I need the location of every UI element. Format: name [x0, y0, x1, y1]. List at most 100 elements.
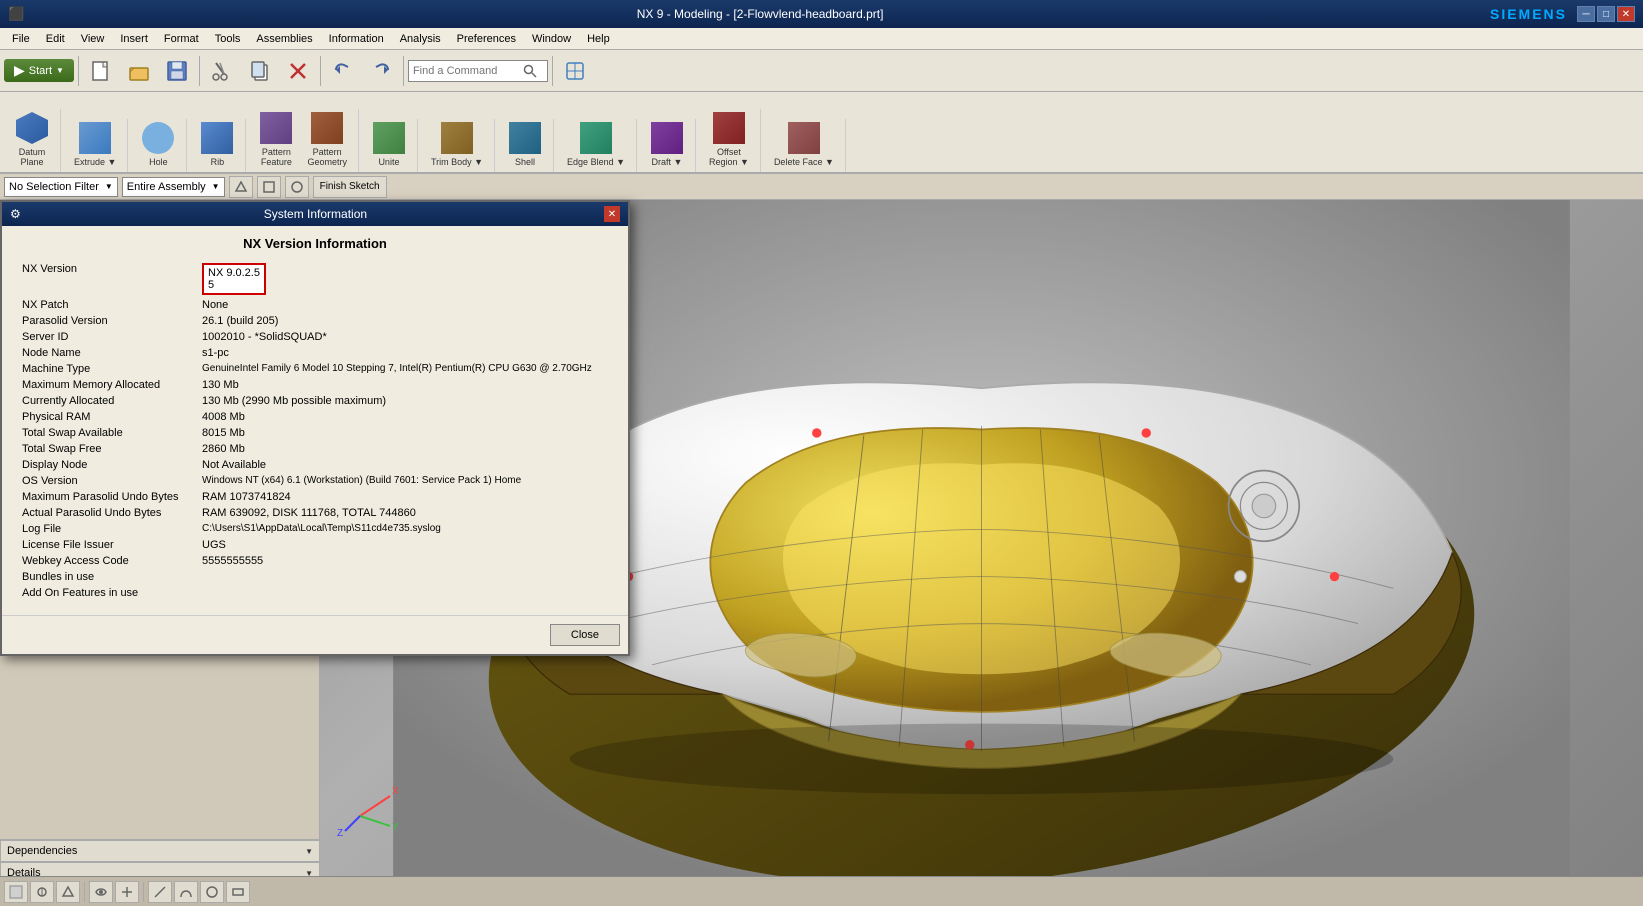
title-text: NX 9 - Modeling - [2-Flowvlend-headboard…	[30, 7, 1490, 21]
ribbon-group-extrude: Extrude ▼	[63, 119, 128, 172]
sketch-circle-btn[interactable]	[200, 881, 224, 903]
field-value-webkey: 5555555555	[198, 553, 612, 569]
dialog-close-btn[interactable]: Close	[550, 624, 620, 646]
status-btn-3[interactable]	[56, 881, 80, 903]
unite-icon	[373, 122, 405, 154]
finish-sketch-label: Finish Sketch	[320, 181, 380, 192]
new-button[interactable]	[83, 57, 119, 85]
sketch-rect-btn[interactable]	[226, 881, 250, 903]
menu-tools[interactable]: Tools	[207, 31, 249, 47]
datum-plane-button[interactable]: DatumPlane	[10, 109, 54, 170]
axis-indicator: X Y Z	[330, 766, 400, 836]
start-label: Start	[29, 65, 52, 77]
status-icon-4	[94, 885, 108, 899]
ribbon-bar: DatumPlane Extrude ▼ Hole Rib	[0, 92, 1643, 174]
save-button[interactable]	[159, 57, 195, 85]
dialog-title-text: System Information	[264, 207, 367, 221]
rib-label: Rib	[211, 157, 225, 167]
status-btn-5[interactable]	[115, 881, 139, 903]
delete-face-icon	[788, 122, 820, 154]
sel-toolbar-btn-1[interactable]	[229, 176, 253, 198]
menu-assemblies[interactable]: Assemblies	[248, 31, 320, 47]
menu-insert[interactable]: Insert	[112, 31, 156, 47]
open-button[interactable]	[121, 57, 157, 85]
sel-toolbar-btn-2[interactable]	[257, 176, 281, 198]
sketch-arc-btn[interactable]	[174, 881, 198, 903]
menu-preferences[interactable]: Preferences	[449, 31, 524, 47]
unite-button[interactable]: Unite	[367, 119, 411, 170]
pattern-feature-button[interactable]: PatternFeature	[254, 109, 298, 170]
redo-button[interactable]	[363, 57, 399, 85]
delete-button[interactable]	[280, 57, 316, 85]
delete-icon	[287, 60, 309, 82]
hole-button[interactable]: Hole	[136, 119, 180, 170]
menu-help[interactable]: Help	[579, 31, 618, 47]
table-row: NX Version NX 9.0.2.5 5	[18, 261, 612, 297]
status-btn-2[interactable]	[30, 881, 54, 903]
draft-button[interactable]: Draft ▼	[645, 119, 689, 170]
minimize-button[interactable]: ─	[1577, 6, 1595, 22]
extrude-button[interactable]: Extrude ▼	[69, 119, 121, 170]
assembly-combo[interactable]: Entire Assembly ▼	[122, 177, 225, 197]
status-btn-4[interactable]	[89, 881, 113, 903]
dependencies-item[interactable]: Dependencies ▼	[0, 840, 320, 862]
command-search[interactable]	[408, 60, 548, 82]
ribbon-group-draft: Draft ▼	[639, 119, 696, 172]
field-label-machine-type: Machine Type	[18, 361, 198, 377]
sel-toolbar-btn-3[interactable]	[285, 176, 309, 198]
offset-region-icon	[713, 112, 745, 144]
hole-icon	[142, 122, 174, 154]
datum-plane-icon	[16, 112, 48, 144]
close-button[interactable]: ✕	[1617, 6, 1635, 22]
dialog-close-button[interactable]: ✕	[604, 206, 620, 222]
start-icon: ▶	[14, 62, 25, 79]
redo-icon	[370, 60, 392, 82]
menu-window[interactable]: Window	[524, 31, 579, 47]
snap-button[interactable]	[557, 57, 593, 85]
field-label-license-issuer: License File Issuer	[18, 537, 198, 553]
sel-toolbar-btn-sketch[interactable]: Finish Sketch	[313, 176, 387, 198]
edge-blend-button[interactable]: Edge Blend ▼	[562, 119, 630, 170]
offset-region-button[interactable]: OffsetRegion ▼	[704, 109, 754, 170]
search-input[interactable]	[413, 65, 523, 77]
menu-view[interactable]: View	[73, 31, 113, 47]
trim-body-button[interactable]: Trim Body ▼	[426, 119, 488, 170]
undo-button[interactable]	[325, 57, 361, 85]
hole-label: Hole	[149, 157, 168, 167]
menu-file[interactable]: File	[4, 31, 38, 47]
field-value-curr-alloc: 130 Mb (2990 Mb possible maximum)	[198, 393, 612, 409]
quick-access-toolbar: ▶ Start ▼	[0, 50, 1643, 92]
cut-button[interactable]	[204, 57, 240, 85]
sel-icon-3	[290, 180, 304, 194]
delete-face-button[interactable]: Delete Face ▼	[769, 119, 839, 170]
field-value-nx-version: NX 9.0.2.5 5	[198, 261, 612, 297]
rib-button[interactable]: Rib	[195, 119, 239, 170]
selection-filter-arrow: ▼	[105, 182, 113, 191]
restore-button[interactable]: □	[1597, 6, 1615, 22]
dialog-title-bar: ⚙ System Information ✕	[2, 202, 628, 226]
table-row: Physical RAM 4008 Mb	[18, 409, 612, 425]
ribbon-group-hole: Hole	[130, 119, 187, 172]
save-icon	[166, 60, 188, 82]
shell-button[interactable]: Shell	[503, 119, 547, 170]
edge-blend-icon	[580, 122, 612, 154]
svg-text:Z: Z	[337, 828, 343, 836]
start-button[interactable]: ▶ Start ▼	[4, 59, 74, 82]
menu-format[interactable]: Format	[156, 31, 207, 47]
status-btn-1[interactable]	[4, 881, 28, 903]
sketch-circle-icon	[205, 885, 219, 899]
field-value-display-node: Not Available	[198, 457, 612, 473]
copy-button[interactable]	[242, 57, 278, 85]
menu-edit[interactable]: Edit	[38, 31, 73, 47]
unite-label: Unite	[378, 157, 399, 167]
system-info-dialog: ⚙ System Information ✕ NX Version Inform…	[0, 200, 630, 656]
menu-analysis[interactable]: Analysis	[392, 31, 449, 47]
rib-icon	[201, 122, 233, 154]
field-label-server-id: Server ID	[18, 329, 198, 345]
field-value-bundles	[198, 569, 612, 585]
sketch-line-btn[interactable]	[148, 881, 172, 903]
selection-filter-combo[interactable]: No Selection Filter ▼	[4, 177, 118, 197]
menu-information[interactable]: Information	[321, 31, 392, 47]
sketch-rect-icon	[231, 885, 245, 899]
pattern-geometry-button[interactable]: PatternGeometry	[302, 109, 352, 170]
